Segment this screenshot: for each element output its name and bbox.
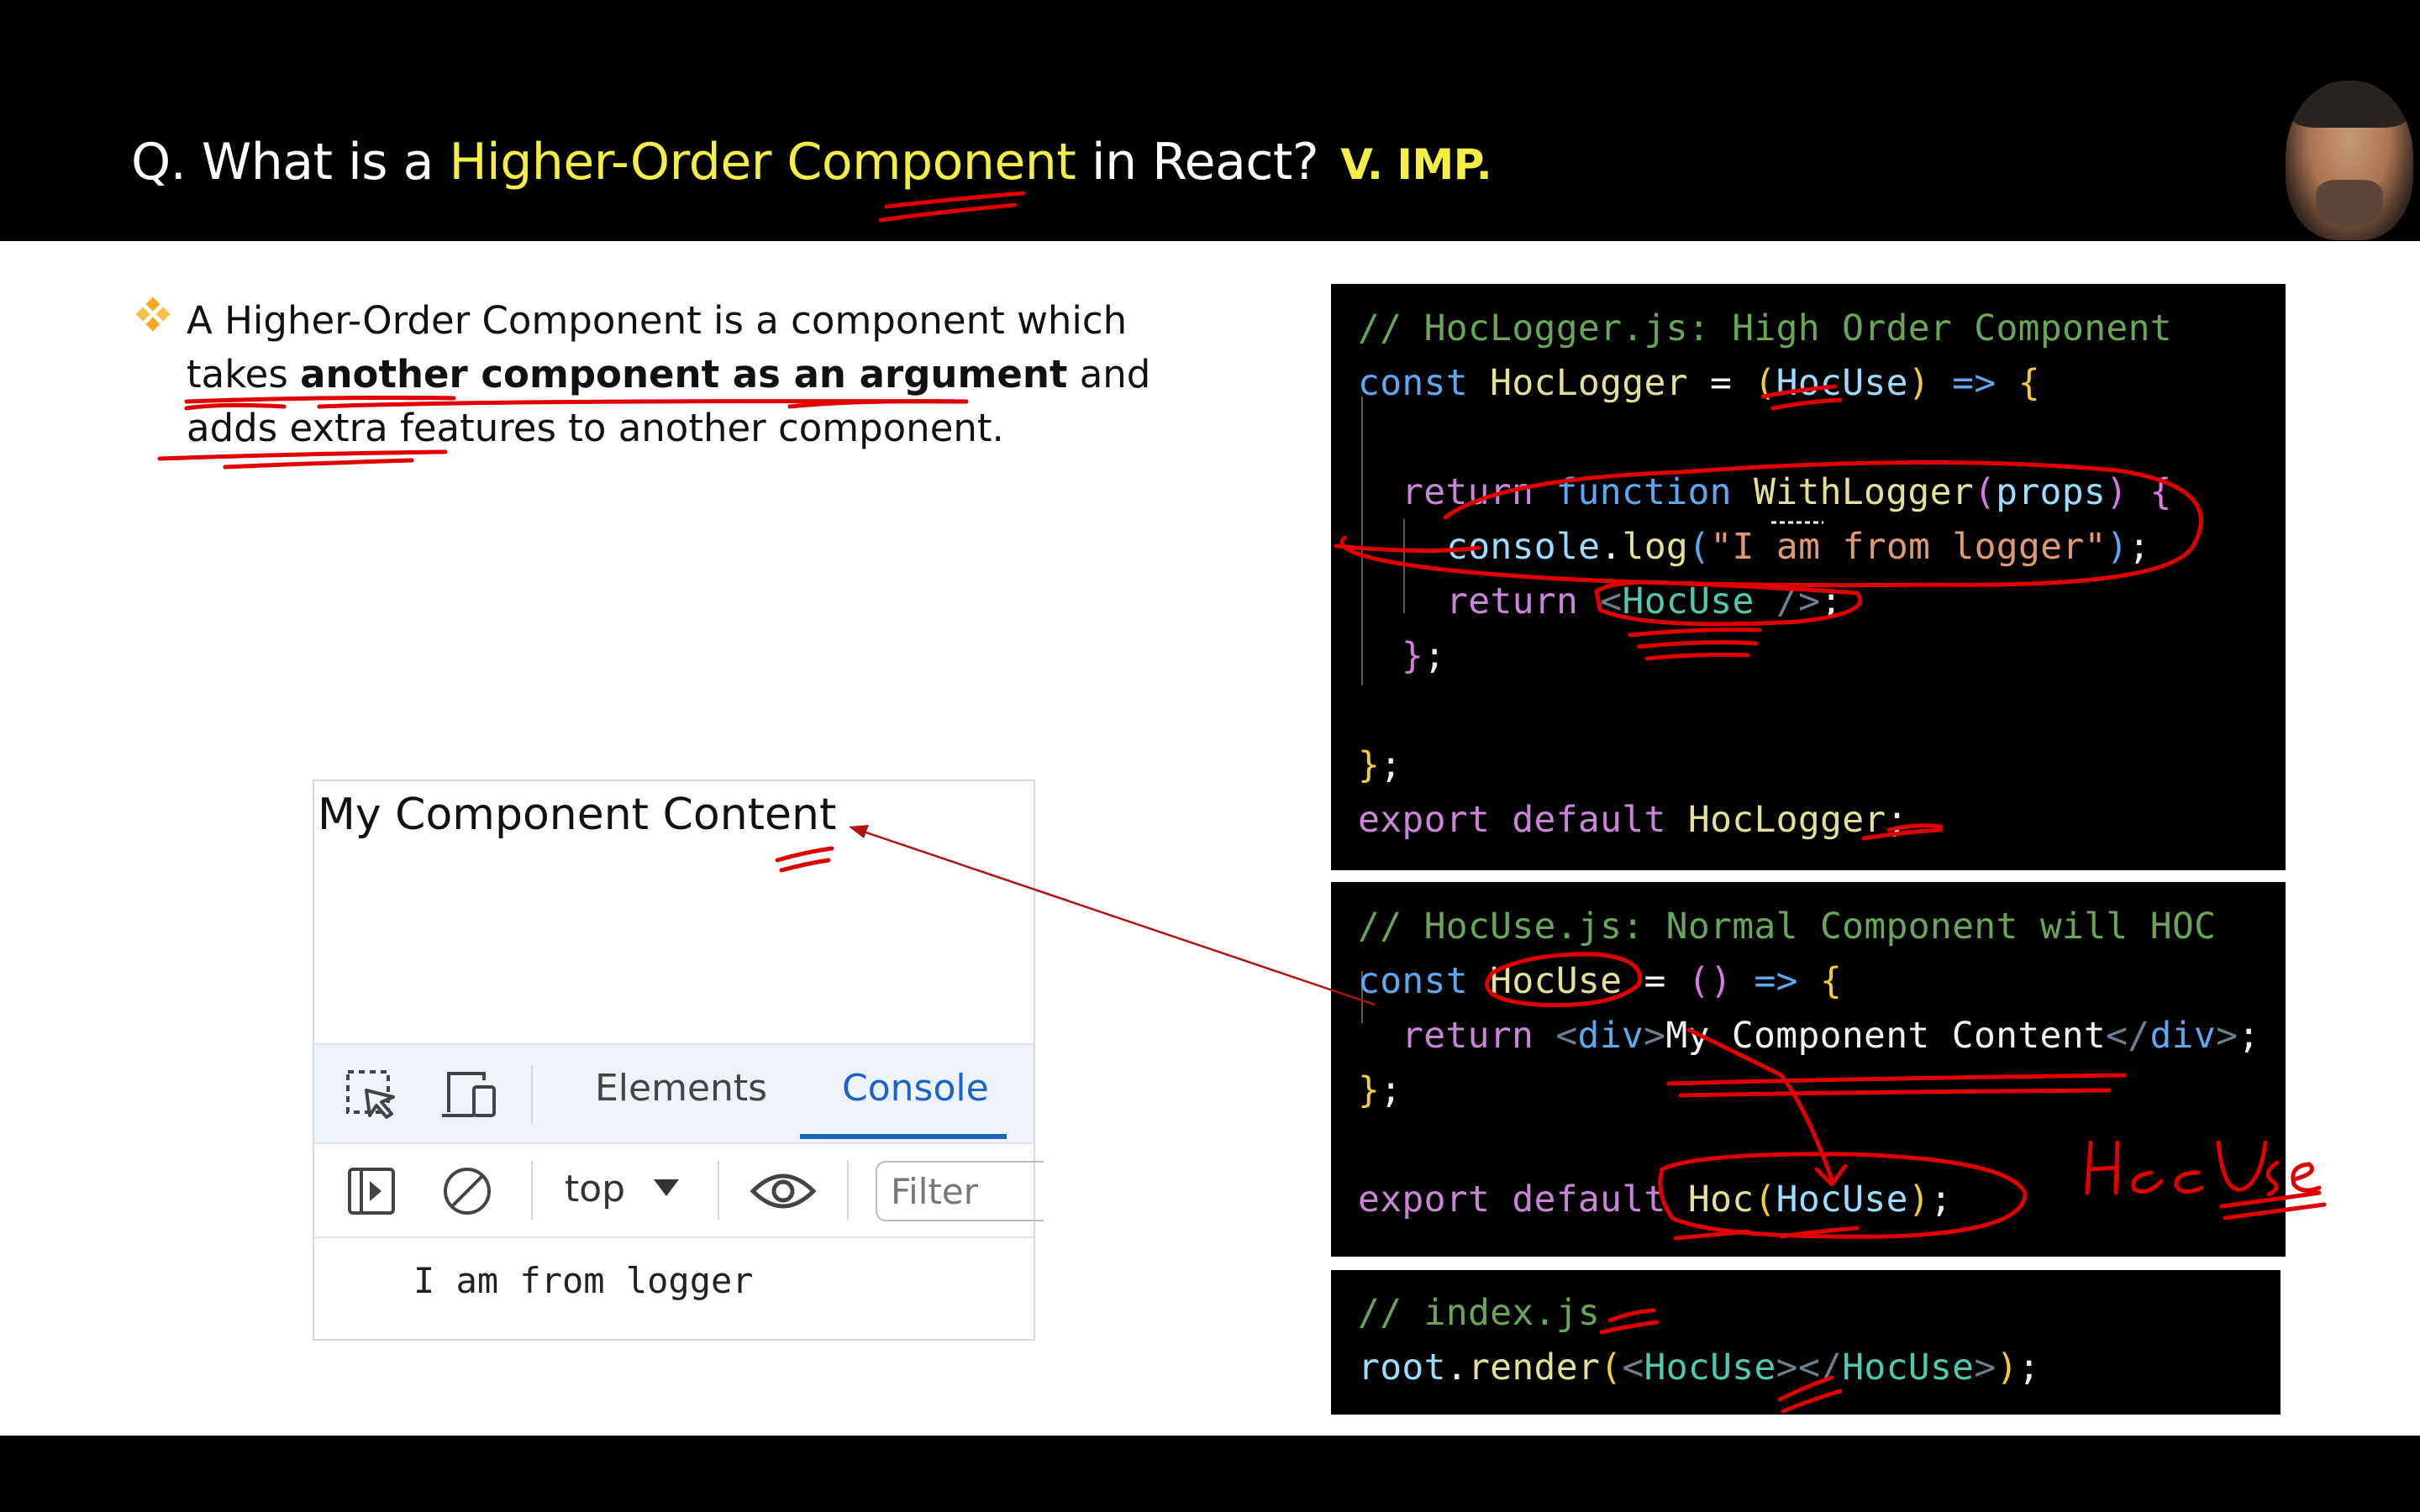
code-line: };	[1358, 1069, 1402, 1111]
code-comment: // index.js	[1358, 1292, 1601, 1334]
presenter-avatar	[2286, 81, 2413, 240]
diamond-bullet-icon	[135, 297, 171, 332]
code-line: };	[1402, 635, 1446, 677]
live-expression-eye-icon[interactable]	[750, 1166, 817, 1216]
code-panel-hoclogger: // HocLogger.js: High Order Component co…	[1331, 284, 2286, 870]
code-line: console.log("I am from logger");	[1446, 526, 2151, 568]
bullet-definition: A Higher-Order Component is a component …	[187, 298, 1151, 450]
title-highlight: Higher-Order Component	[449, 133, 1076, 192]
dropdown-caret-icon[interactable]	[652, 1178, 681, 1198]
device-toolbar-icon[interactable]	[440, 1068, 499, 1122]
active-tab-indicator	[800, 1134, 1007, 1139]
code-line: export default HocLogger;	[1358, 799, 1908, 841]
rendered-content: My Component Content	[318, 790, 837, 840]
code-comment: // HocLogger.js: High Order Component	[1358, 307, 2172, 349]
code-line: const HocUse = () => {	[1358, 960, 1843, 1002]
tab-console[interactable]: Console	[842, 1067, 989, 1110]
slide-title: Q. What is a Higher-Order Component in R…	[131, 133, 1492, 192]
sidebar-toggle-icon[interactable]	[345, 1164, 398, 1218]
inspect-element-icon[interactable]	[345, 1068, 398, 1122]
bullet-emphasis: another component as an argument	[300, 352, 1068, 396]
console-filter-input[interactable]: Filter	[876, 1161, 1044, 1221]
title-prefix: Q. What is a	[131, 133, 450, 192]
browser-preview: My Component Content Elements Console to…	[313, 780, 1044, 1341]
slide-header: Q. What is a Higher-Order Component in R…	[0, 0, 2420, 241]
code-line: return function WithLogger(props) {	[1402, 471, 2172, 513]
code-comment: // HocUse.js: Normal Component will HOC	[1358, 906, 2217, 948]
console-toolbar: top Filter	[314, 1144, 1044, 1238]
title-suffix: in React?	[1076, 133, 1319, 192]
code-line: };	[1358, 744, 1402, 786]
code-line: return <HocUse />;	[1446, 580, 1843, 622]
slide-footer	[0, 1436, 2420, 1512]
code-panel-index: // index.js root.render(<HocUse></HocUse…	[1331, 1270, 2281, 1415]
code-line: root.render(<HocUse></HocUse>);	[1358, 1347, 2040, 1389]
context-selector[interactable]: top	[565, 1168, 625, 1210]
importance-badge: V. IMP.	[1340, 140, 1492, 189]
tab-elements[interactable]: Elements	[595, 1067, 767, 1110]
clear-console-icon[interactable]	[440, 1164, 494, 1218]
console-log-line: I am from logger	[413, 1260, 754, 1301]
devtools-tabbar: Elements Console	[314, 1043, 1034, 1144]
code-line: return <div>My Component Content</div>;	[1402, 1015, 2260, 1057]
code-line: export default Hoc(HocUse);	[1358, 1179, 1953, 1221]
code-line: const HocLogger = (HocUse) => {	[1358, 362, 2040, 404]
code-panel-hocuse: // HocUse.js: Normal Component will HOC …	[1331, 882, 2286, 1257]
